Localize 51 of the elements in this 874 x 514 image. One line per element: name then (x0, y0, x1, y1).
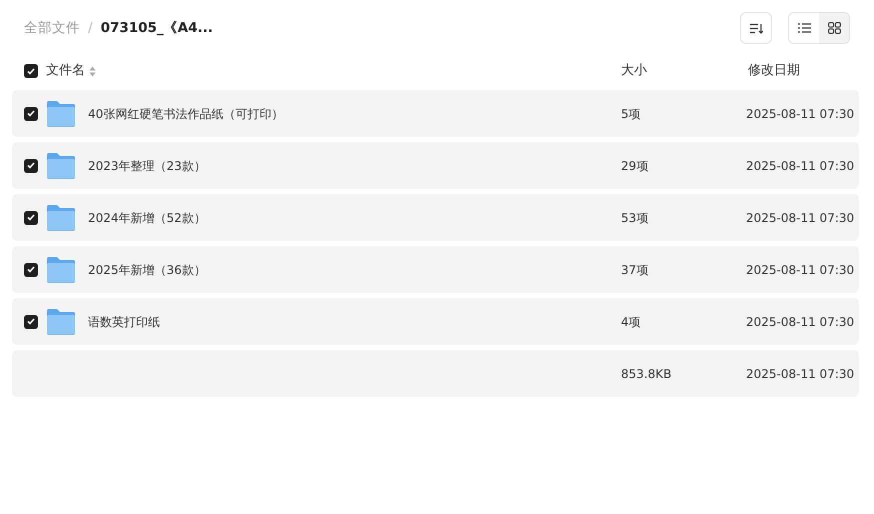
checkbox[interactable] (24, 64, 38, 78)
folder-icon (46, 100, 76, 127)
item-size: 53项 (621, 210, 648, 224)
file-name[interactable]: 40张网红硬笔书法作品纸（可打印） (88, 104, 284, 122)
modified-date: 2025-08-11 07:30 (746, 314, 854, 328)
file-name[interactable]: 2025年新增（36款） (88, 260, 206, 278)
list-icon (798, 23, 810, 33)
check-icon (27, 110, 35, 117)
file-row[interactable]: 2025年新增（36款） 37项 2025-08-11 07:30 (12, 246, 859, 293)
item-size: 853.8KB (621, 366, 672, 380)
checkbox[interactable] (24, 262, 38, 276)
check-icon (27, 214, 35, 221)
breadcrumb-separator: / (88, 18, 93, 38)
item-size: 37项 (621, 262, 648, 276)
file-row[interactable]: 2024年新增（52款） 53项 2025-08-11 07:30 (12, 194, 859, 241)
file-row[interactable]: 853.8KB 2025-08-11 07:30 (12, 350, 859, 397)
checkbox[interactable] (24, 106, 38, 120)
modified-date: 2025-08-11 07:30 (746, 366, 854, 380)
file-row[interactable]: 40张网红硬笔书法作品纸（可打印） 5项 2025-08-11 07:30 (12, 90, 859, 137)
modified-date: 2025-08-11 07:30 (746, 262, 854, 276)
folder-icon (46, 152, 76, 179)
file-name[interactable]: 语数英打印纸 (88, 312, 160, 330)
item-size: 5项 (621, 106, 641, 120)
grid-view-button[interactable] (819, 13, 849, 43)
file-name[interactable]: 2023年整理（23款） (88, 156, 206, 174)
column-header: 大小 (621, 63, 647, 78)
column-header[interactable]: 文件名 (46, 61, 85, 81)
modified-date: 2025-08-11 07:30 (746, 210, 854, 224)
checkbox[interactable] (24, 314, 38, 328)
file-name[interactable]: 2024年新增（52款） (88, 208, 206, 226)
check-icon (27, 266, 35, 273)
modified-date: 2025-08-11 07:30 (746, 106, 854, 120)
folder-icon (46, 256, 76, 283)
modified-date: 2025-08-11 07:30 (746, 158, 854, 172)
breadcrumb-current: 073105_《A4... (100, 18, 213, 38)
checkbox[interactable] (24, 158, 38, 172)
folder-icon (46, 204, 76, 231)
folder-icon (46, 308, 76, 335)
check-icon (27, 162, 35, 169)
sort-button[interactable] (740, 12, 772, 44)
file-row[interactable]: 语数英打印纸 4项 2025-08-11 07:30 (12, 298, 859, 345)
file-row[interactable]: 2023年整理（23款） 29项 2025-08-11 07:30 (12, 142, 859, 189)
sort-arrows-icon (89, 66, 96, 76)
check-icon (27, 318, 35, 325)
grid-icon (828, 22, 840, 34)
check-icon (27, 68, 35, 74)
sort-icon (750, 22, 762, 34)
item-size: 29项 (621, 158, 648, 172)
column-header: 修改日期 (748, 63, 800, 78)
item-size: 4项 (621, 314, 641, 328)
checkbox[interactable] (24, 210, 38, 224)
